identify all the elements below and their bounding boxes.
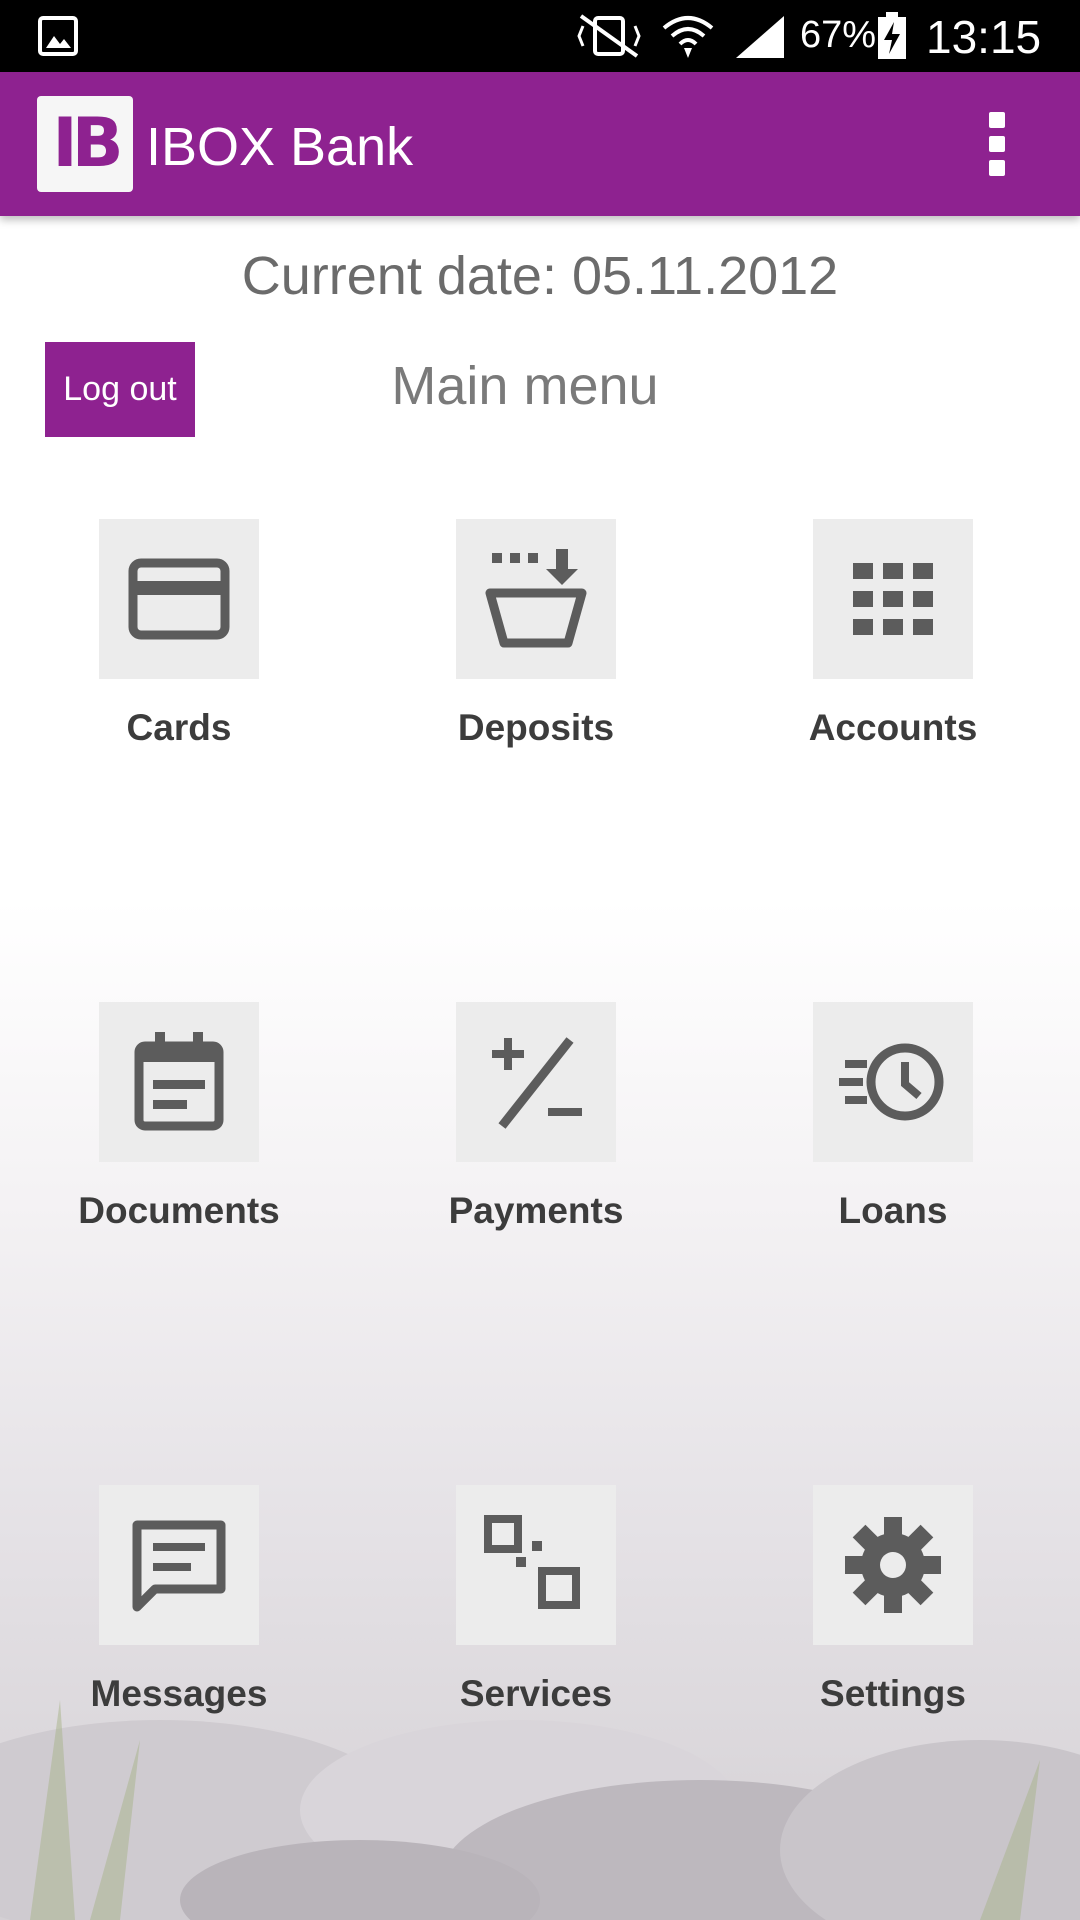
credit-card-icon <box>128 558 230 640</box>
tile-box <box>99 1002 259 1162</box>
grid-icon <box>853 563 933 635</box>
calendar-document-icon <box>134 1032 224 1131</box>
menu-item-loans[interactable]: Loans <box>748 1002 1008 1262</box>
menu-item-accounts[interactable]: Accounts <box>748 519 1008 779</box>
menu-item-services[interactable]: Services <box>391 1485 651 1745</box>
vibrate-mute-icon <box>577 14 641 58</box>
tile-box <box>813 1002 973 1162</box>
wifi-icon <box>662 16 714 58</box>
tile-box <box>456 1002 616 1162</box>
tile-box <box>99 519 259 679</box>
menu-item-label: Settings <box>820 1673 966 1714</box>
logout-button[interactable]: Log out <box>45 342 195 437</box>
menu-item-messages[interactable]: Messages <box>34 1485 294 1745</box>
menu-item-label: Services <box>459 1673 613 1714</box>
plus-minus-icon <box>492 1037 582 1129</box>
menu-item-documents[interactable]: Documents <box>34 1002 294 1262</box>
tile-box <box>456 519 616 679</box>
app-title: IBOX Bank <box>146 117 414 177</box>
app-logo: IB <box>37 96 133 192</box>
tile-box <box>456 1485 616 1645</box>
menu-item-label: Loans <box>838 1190 948 1231</box>
menu-item-cards[interactable]: Cards <box>34 519 294 779</box>
current-date: Current date: 05.11.2012 <box>241 246 839 306</box>
menu-item-label: Payments <box>448 1190 624 1231</box>
menu-item-label: Deposits <box>457 707 615 748</box>
battery-percent: 67% <box>800 14 877 56</box>
tile-box <box>813 519 973 679</box>
page-title: Main menu <box>391 356 659 416</box>
image-icon <box>38 16 78 56</box>
logo-text: IB <box>52 104 123 183</box>
menu-item-settings[interactable]: Settings <box>748 1485 1008 1745</box>
chat-message-icon <box>132 1520 226 1612</box>
status-bar: 67% 13:15 <box>0 0 1080 72</box>
signal-icon <box>736 16 784 58</box>
gear-icon <box>845 1517 941 1613</box>
menu-item-payments[interactable]: Payments <box>391 1002 651 1262</box>
services-squares-icon <box>484 1515 580 1609</box>
battery-charging-icon <box>878 12 906 59</box>
tile-box <box>813 1485 973 1645</box>
menu-item-label: Accounts <box>808 707 978 748</box>
tile-box <box>99 1485 259 1645</box>
menu-item-label: Documents <box>78 1190 280 1231</box>
deposit-basket-icon <box>485 549 587 648</box>
menu-item-label: Messages <box>90 1673 268 1714</box>
app-bar: IB IBOX Bank <box>0 72 1080 216</box>
menu-item-deposits[interactable]: Deposits <box>391 519 651 779</box>
clock-history-icon <box>839 1043 944 1121</box>
menu-item-label: Cards <box>126 707 232 748</box>
clock: 13:15 <box>926 11 1042 63</box>
more-vert-icon[interactable] <box>985 112 1009 176</box>
